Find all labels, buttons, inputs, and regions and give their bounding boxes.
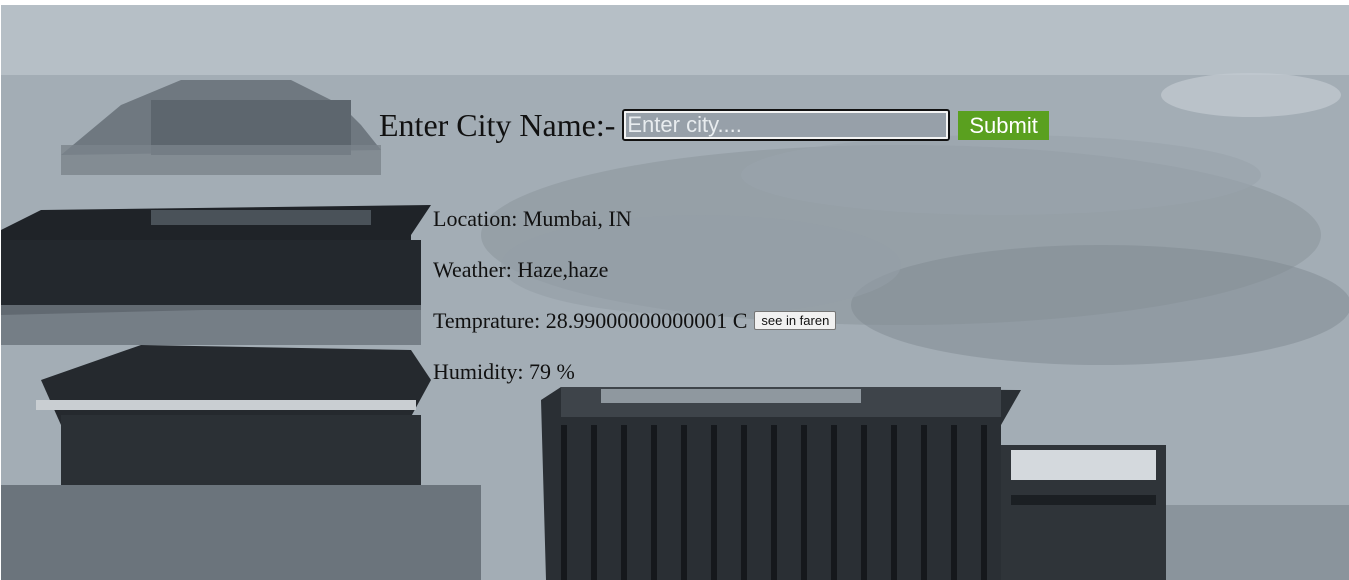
- weather-results: Location: Mumbai, IN Weather: Haze,haze …: [433, 193, 837, 397]
- see-in-faren-button[interactable]: see in faren: [754, 311, 837, 330]
- humidity-label: Humidity:: [433, 358, 524, 384]
- humidity-value: 79 %: [528, 358, 575, 384]
- temperature-value: 28.99000000000001 C: [545, 307, 748, 333]
- location-label: Location:: [433, 205, 518, 231]
- weather-page: Enter City Name:- Submit Location: Mumba…: [1, 5, 1349, 580]
- weather-row: Weather: Haze,haze: [433, 244, 836, 295]
- temperature-label: Temprature:: [433, 307, 541, 333]
- city-input[interactable]: [622, 109, 951, 141]
- weather-value: Haze,haze: [517, 256, 609, 282]
- location-row: Location: Mumbai, IN: [433, 193, 836, 244]
- humidity-row: Humidity: 79 %: [433, 346, 836, 397]
- temperature-row: Temprature: 28.99000000000001 C see in f…: [433, 295, 837, 346]
- location-value: Mumbai, IN: [522, 205, 632, 231]
- city-label: Enter City Name:-: [379, 106, 616, 143]
- submit-button[interactable]: Submit: [958, 110, 1049, 140]
- weather-label: Weather:: [433, 256, 512, 282]
- search-form: Enter City Name:- Submit: [379, 103, 1049, 147]
